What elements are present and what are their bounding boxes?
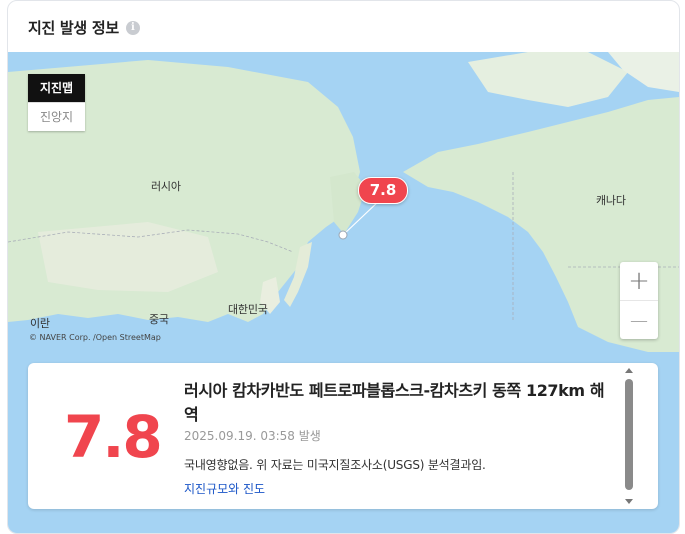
quake-location: 러시아 캄차카반도 페트로파블롭스크-캄차츠키 동쪽 127km 해역 bbox=[184, 381, 605, 424]
label-russia: 러시아 bbox=[151, 180, 181, 193]
info-icon[interactable]: i bbox=[125, 20, 140, 35]
label-iran: 이란 bbox=[30, 317, 50, 330]
earthquake-map[interactable]: 지진맵 진앙지 러시아 캐나다 중국 대한민국 이란 7.8 + — © NAV… bbox=[8, 52, 679, 533]
earthquake-card: 지진 발생 정보 i 지진맵 진앙지 러시아 캐나다 중국 대한민국 이란 7.… bbox=[7, 0, 680, 534]
scroll-up-icon[interactable] bbox=[625, 368, 633, 373]
map-copyright: © NAVER Corp. /Open StreetMap bbox=[29, 333, 161, 342]
map-toggle: 지진맵 진앙지 bbox=[28, 74, 85, 131]
quake-marker-badge[interactable]: 7.8 bbox=[358, 177, 408, 204]
quake-info-panel: 7.8 러시아 캄차카반도 페트로파블롭스크-캄차츠키 동쪽 127km 해역 … bbox=[28, 363, 658, 509]
label-korea: 대한민국 bbox=[228, 303, 268, 316]
scrollbar[interactable] bbox=[624, 368, 634, 504]
card-header: 지진 발생 정보 i bbox=[28, 17, 140, 38]
scroll-down-icon[interactable] bbox=[625, 499, 633, 504]
quake-note: 국내영향없음. 위 자료는 미국지질조사소(USGS) 분석결과임. bbox=[184, 458, 486, 472]
card-title: 지진 발생 정보 bbox=[28, 19, 119, 37]
magnitude-intensity-link[interactable]: 지진규모와 진도 bbox=[184, 480, 265, 497]
toggle-epicenter[interactable]: 진앙지 bbox=[28, 102, 85, 131]
quake-time: 2025.09.19. 03:58 발생 bbox=[184, 429, 321, 443]
zoom-out-button[interactable]: — bbox=[620, 300, 658, 339]
scroll-thumb[interactable] bbox=[625, 379, 633, 490]
zoom-in-button[interactable]: + bbox=[620, 262, 658, 300]
label-canada: 캐나다 bbox=[596, 194, 626, 207]
toggle-quake-map[interactable]: 지진맵 bbox=[28, 74, 85, 102]
label-china: 중국 bbox=[149, 313, 169, 326]
magnitude-value: 7.8 bbox=[64, 403, 163, 471]
zoom-control: + — bbox=[620, 262, 658, 339]
